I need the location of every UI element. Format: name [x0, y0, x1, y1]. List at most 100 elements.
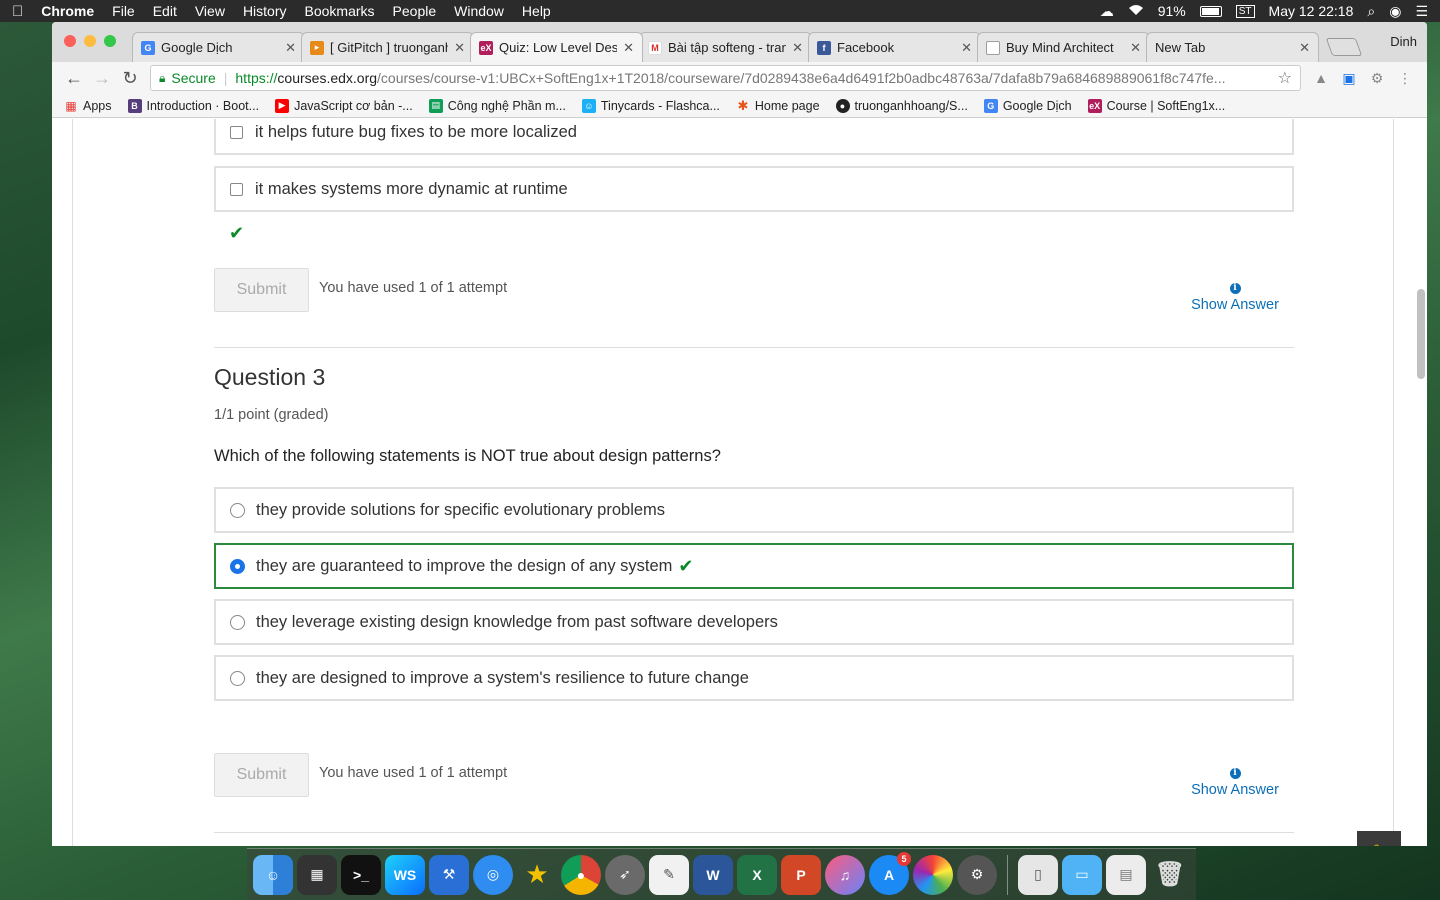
- app-menu-chrome[interactable]: Chrome: [41, 3, 94, 19]
- system-preferences-icon[interactable]: ⚙: [957, 854, 997, 895]
- close-window-button[interactable]: [64, 35, 76, 47]
- terminal-icon[interactable]: >_: [341, 854, 381, 895]
- battery-icon[interactable]: [1199, 5, 1222, 17]
- q3-option-2-correct[interactable]: they are guaranteed to improve the desig…: [214, 543, 1294, 589]
- new-tab-button[interactable]: [1325, 38, 1363, 56]
- q2-option-1-checkbox[interactable]: [230, 125, 243, 139]
- star-app-icon[interactable]: ★: [517, 855, 557, 895]
- bookmark-tinycards[interactable]: ☺ Tinycards - Flashca...: [581, 98, 720, 113]
- q3-option-4-radio[interactable]: [230, 670, 245, 686]
- menu-edit[interactable]: Edit: [153, 3, 177, 19]
- close-tab-icon[interactable]: ✕: [285, 40, 296, 56]
- chrome-menu-icon[interactable]: ⋮: [1395, 69, 1415, 87]
- safari-icon[interactable]: ◎: [473, 854, 513, 895]
- pocket-extension-icon[interactable]: ▣: [1339, 69, 1359, 87]
- notification-center-icon[interactable]: ☰: [1415, 3, 1428, 20]
- q3-option-4[interactable]: they are designed to improve a system's …: [214, 655, 1294, 701]
- q2-option-1[interactable]: it helps future bug fixes to be more loc…: [214, 119, 1294, 155]
- finder-icon[interactable]: ☺: [253, 854, 293, 895]
- image-stack-icon[interactable]: ▤: [1106, 854, 1146, 895]
- dock-separator: [1007, 854, 1008, 895]
- q2-option-2[interactable]: it makes systems more dynamic at runtime: [214, 166, 1294, 212]
- battery-percent[interactable]: 91%: [1158, 3, 1186, 19]
- webstorm-icon[interactable]: WS: [385, 854, 425, 895]
- tab-quiz-active[interactable]: eX Quiz: Low Level Desi ✕: [470, 32, 643, 62]
- profile-button[interactable]: Dinh: [1390, 34, 1417, 49]
- word-icon[interactable]: W: [693, 854, 733, 895]
- q2-show-answer-button[interactable]: i Show Answer: [1183, 283, 1287, 313]
- url-path: /courses/course-v1:UBCx+SoftEng1x+1T2018…: [377, 70, 1226, 86]
- q2-option-2-checkbox[interactable]: [230, 182, 243, 196]
- close-tab-icon[interactable]: ✕: [961, 40, 972, 56]
- course-content: it helps future bug fixes to be more loc…: [72, 119, 1394, 846]
- trash-icon[interactable]: 🗑︎: [1150, 855, 1190, 895]
- tab-mind-architect[interactable]: Buy Mind Architect ✕: [977, 32, 1150, 62]
- menu-bookmarks[interactable]: Bookmarks: [305, 3, 375, 19]
- tab-facebook[interactable]: f Facebook ✕: [808, 32, 981, 62]
- q3-show-answer-button[interactable]: i Show Answer: [1183, 768, 1287, 798]
- wifi-icon[interactable]: [1128, 3, 1144, 19]
- tab-new-tab[interactable]: New Tab ✕: [1146, 32, 1319, 62]
- drive-extension-icon[interactable]: ▲: [1311, 69, 1331, 87]
- text-edit-icon[interactable]: ✎: [649, 854, 689, 895]
- bookmark-github[interactable]: ● truonganhhoang/S...: [835, 98, 968, 113]
- siri-icon[interactable]: ◉: [1389, 3, 1401, 20]
- app-store-icon[interactable]: A5: [869, 851, 911, 895]
- forward-arrow-icon[interactable]: →: [88, 68, 116, 89]
- activity-monitor-icon[interactable]: ▦: [297, 854, 337, 895]
- q3-option-3-radio[interactable]: [230, 614, 245, 630]
- page-scrollbar[interactable]: [1417, 289, 1425, 379]
- bookmark-google-dich[interactable]: G Google Dịch: [983, 98, 1072, 113]
- q3-submit-button[interactable]: Submit: [214, 753, 309, 797]
- minimize-window-button[interactable]: [84, 35, 96, 47]
- bookmark-cong-nghe[interactable]: ▤ Công nghệ Phần m...: [428, 98, 566, 113]
- bookmark-star-icon[interactable]: ☆: [1270, 68, 1292, 88]
- color-picker-icon[interactable]: [913, 854, 953, 895]
- q3-option-2-radio[interactable]: [230, 558, 245, 574]
- bookmark-bootstrap[interactable]: B Introduction · Boot...: [127, 98, 259, 113]
- menu-history[interactable]: History: [243, 3, 287, 19]
- menu-window[interactable]: Window: [454, 3, 504, 19]
- q3-option-1[interactable]: they provide solutions for specific evol…: [214, 487, 1294, 533]
- bookmark-javascript[interactable]: ▶ JavaScript cơ bản -...: [275, 98, 413, 113]
- reload-icon[interactable]: ↻: [116, 68, 144, 89]
- back-arrow-icon[interactable]: ←: [60, 68, 88, 89]
- close-tab-icon[interactable]: ✕: [1299, 40, 1310, 56]
- facebook-icon: f: [817, 40, 831, 55]
- apple-menu-icon[interactable]: : [12, 3, 23, 20]
- q3-option-3[interactable]: they leverage existing design knowledge …: [214, 599, 1294, 645]
- launchpad-icon[interactable]: ➶: [605, 854, 645, 895]
- close-tab-icon[interactable]: ✕: [792, 40, 803, 56]
- tab-google-dich[interactable]: G Google Dịch ✕: [132, 32, 305, 62]
- q3-option-1-radio[interactable]: [230, 502, 245, 518]
- cloud-icon[interactable]: ☁: [1100, 3, 1114, 20]
- menu-people[interactable]: People: [393, 3, 437, 19]
- close-tab-icon[interactable]: ✕: [454, 40, 465, 56]
- bookmark-home-page[interactable]: ✱ Home page: [736, 98, 819, 113]
- document-icon[interactable]: ▯: [1018, 854, 1058, 895]
- menu-file[interactable]: File: [112, 3, 135, 19]
- folder-icon[interactable]: ▭: [1062, 854, 1102, 895]
- chrome-icon[interactable]: ●: [561, 854, 601, 895]
- tab-gmail[interactable]: M Bài tập softeng - tran ✕: [639, 32, 812, 62]
- xcode-icon[interactable]: ⚒: [429, 854, 469, 895]
- bookmark-edx-course[interactable]: eX Course | SoftEng1x...: [1087, 98, 1225, 113]
- menu-view[interactable]: View: [195, 3, 225, 19]
- clock[interactable]: May 12 22:18: [1269, 3, 1354, 19]
- powerpoint-icon[interactable]: P: [781, 854, 821, 895]
- input-source-icon[interactable]: ST: [1235, 4, 1255, 18]
- q2-submit-button[interactable]: Submit: [214, 268, 309, 312]
- close-tab-icon[interactable]: ✕: [1130, 40, 1141, 56]
- edit-pencil-button[interactable]: ✎: [1357, 831, 1401, 846]
- question-3-prompt: Which of the following statements is NOT…: [214, 447, 721, 465]
- close-tab-icon[interactable]: ✕: [623, 40, 634, 56]
- excel-icon[interactable]: X: [737, 854, 777, 895]
- spotlight-search-icon[interactable]: ⌕: [1367, 3, 1375, 20]
- settings-extension-icon[interactable]: ⚙: [1367, 69, 1387, 87]
- menu-help[interactable]: Help: [522, 3, 551, 19]
- zoom-window-button[interactable]: [104, 35, 116, 47]
- address-bar[interactable]: 🔒︎ Secure | https:// courses.edx.org /co…: [150, 65, 1301, 91]
- bookmark-apps[interactable]: ▦ Apps: [64, 99, 111, 113]
- itunes-icon[interactable]: ♫: [825, 854, 865, 895]
- tab-gitpitch[interactable]: ▸ [ GitPitch ] truonganh ✕: [301, 32, 474, 62]
